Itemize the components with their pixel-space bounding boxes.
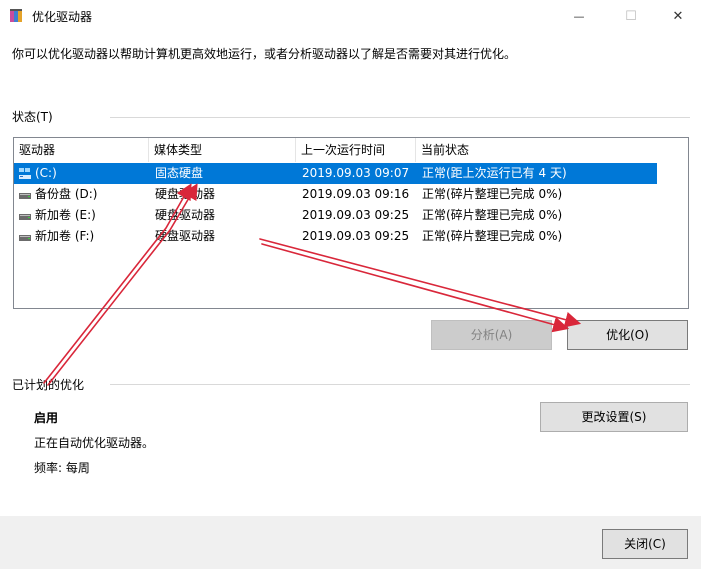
intro-text: 你可以优化驱动器以帮助计算机更高效地运行，或者分析驱动器以了解是否需要对其进行优… (12, 47, 517, 61)
window-title: 优化驱动器 (32, 10, 93, 24)
close-icon: ✕ (672, 8, 684, 24)
drive-list[interactable]: 驱动器 媒体类型 上一次运行时间 当前状态 (C:) 固态硬盘 2019.09.… (13, 137, 689, 309)
drive-row-f[interactable]: 新加卷 (F:) 硬盘驱动器 2019.09.03 09:25 正常(碎片整理已… (14, 226, 688, 247)
close-window-button[interactable]: ✕ (655, 0, 701, 32)
schedule-description: 正在自动优化驱动器。 (34, 436, 155, 450)
column-last-run[interactable]: 上一次运行时间 (296, 138, 416, 162)
column-media-type[interactable]: 媒体类型 (149, 138, 296, 162)
drive-name: 新加卷 (F:) (35, 229, 95, 243)
last-run-time: 2019.09.03 09:25 (302, 208, 410, 222)
drive-name: 新加卷 (E:) (35, 208, 96, 222)
title-bar: 优化驱动器 — ☐ ✕ (0, 0, 701, 32)
close-button[interactable]: 关闭(C) (602, 529, 688, 559)
maximize-button[interactable]: ☐ (608, 0, 654, 32)
minimize-icon: — (573, 9, 585, 23)
drive-name: 备份盘 (D:) (35, 187, 98, 201)
hard-drive-icon (19, 235, 31, 241)
schedule-divider (110, 384, 690, 385)
media-type: 固态硬盘 (155, 166, 204, 180)
hard-drive-icon (19, 193, 31, 199)
schedule-frequency: 频率: 每周 (34, 461, 90, 475)
drive-list-header: 驱动器 媒体类型 上一次运行时间 当前状态 (14, 138, 688, 162)
windows-drive-icon (19, 168, 31, 179)
change-settings-button[interactable]: 更改设置(S) (540, 402, 688, 432)
column-drive[interactable]: 驱动器 (14, 138, 149, 162)
media-type: 硬盘驱动器 (155, 187, 216, 201)
current-status: 正常(碎片整理已完成 0%) (422, 187, 563, 201)
current-status: 正常(碎片整理已完成 0%) (422, 229, 563, 243)
hard-drive-icon (19, 214, 31, 220)
current-status: 正常(距上次运行已有 4 天) (422, 166, 567, 180)
optimize-button[interactable]: 优化(O) (567, 320, 688, 350)
status-divider (110, 117, 690, 118)
analyze-button[interactable]: 分析(A) (431, 320, 552, 350)
minimize-button[interactable]: — (556, 0, 602, 32)
defrag-app-icon (10, 9, 22, 22)
last-run-time: 2019.09.03 09:25 (302, 229, 410, 243)
last-run-time: 2019.09.03 09:16 (302, 187, 410, 201)
schedule-status: 启用 (34, 411, 59, 425)
drive-row-e[interactable]: 新加卷 (E:) 硬盘驱动器 2019.09.03 09:25 正常(碎片整理已… (14, 205, 688, 226)
maximize-icon: ☐ (625, 8, 637, 24)
media-type: 硬盘驱动器 (155, 208, 216, 222)
drive-row-d[interactable]: 备份盘 (D:) 硬盘驱动器 2019.09.03 09:16 正常(碎片整理已… (14, 184, 688, 205)
last-run-time: 2019.09.03 09:07 (302, 166, 410, 180)
current-status: 正常(碎片整理已完成 0%) (422, 208, 563, 222)
media-type: 硬盘驱动器 (155, 229, 216, 243)
schedule-label: 已计划的优化 (12, 376, 91, 393)
column-current-status[interactable]: 当前状态 (416, 138, 688, 162)
status-label: 状态(T) (12, 108, 59, 125)
drive-row-c[interactable]: (C:) 固态硬盘 2019.09.03 09:07 正常(距上次运行已有 4 … (14, 163, 657, 184)
footer-bar (0, 516, 701, 569)
drive-name: (C:) (35, 166, 57, 180)
